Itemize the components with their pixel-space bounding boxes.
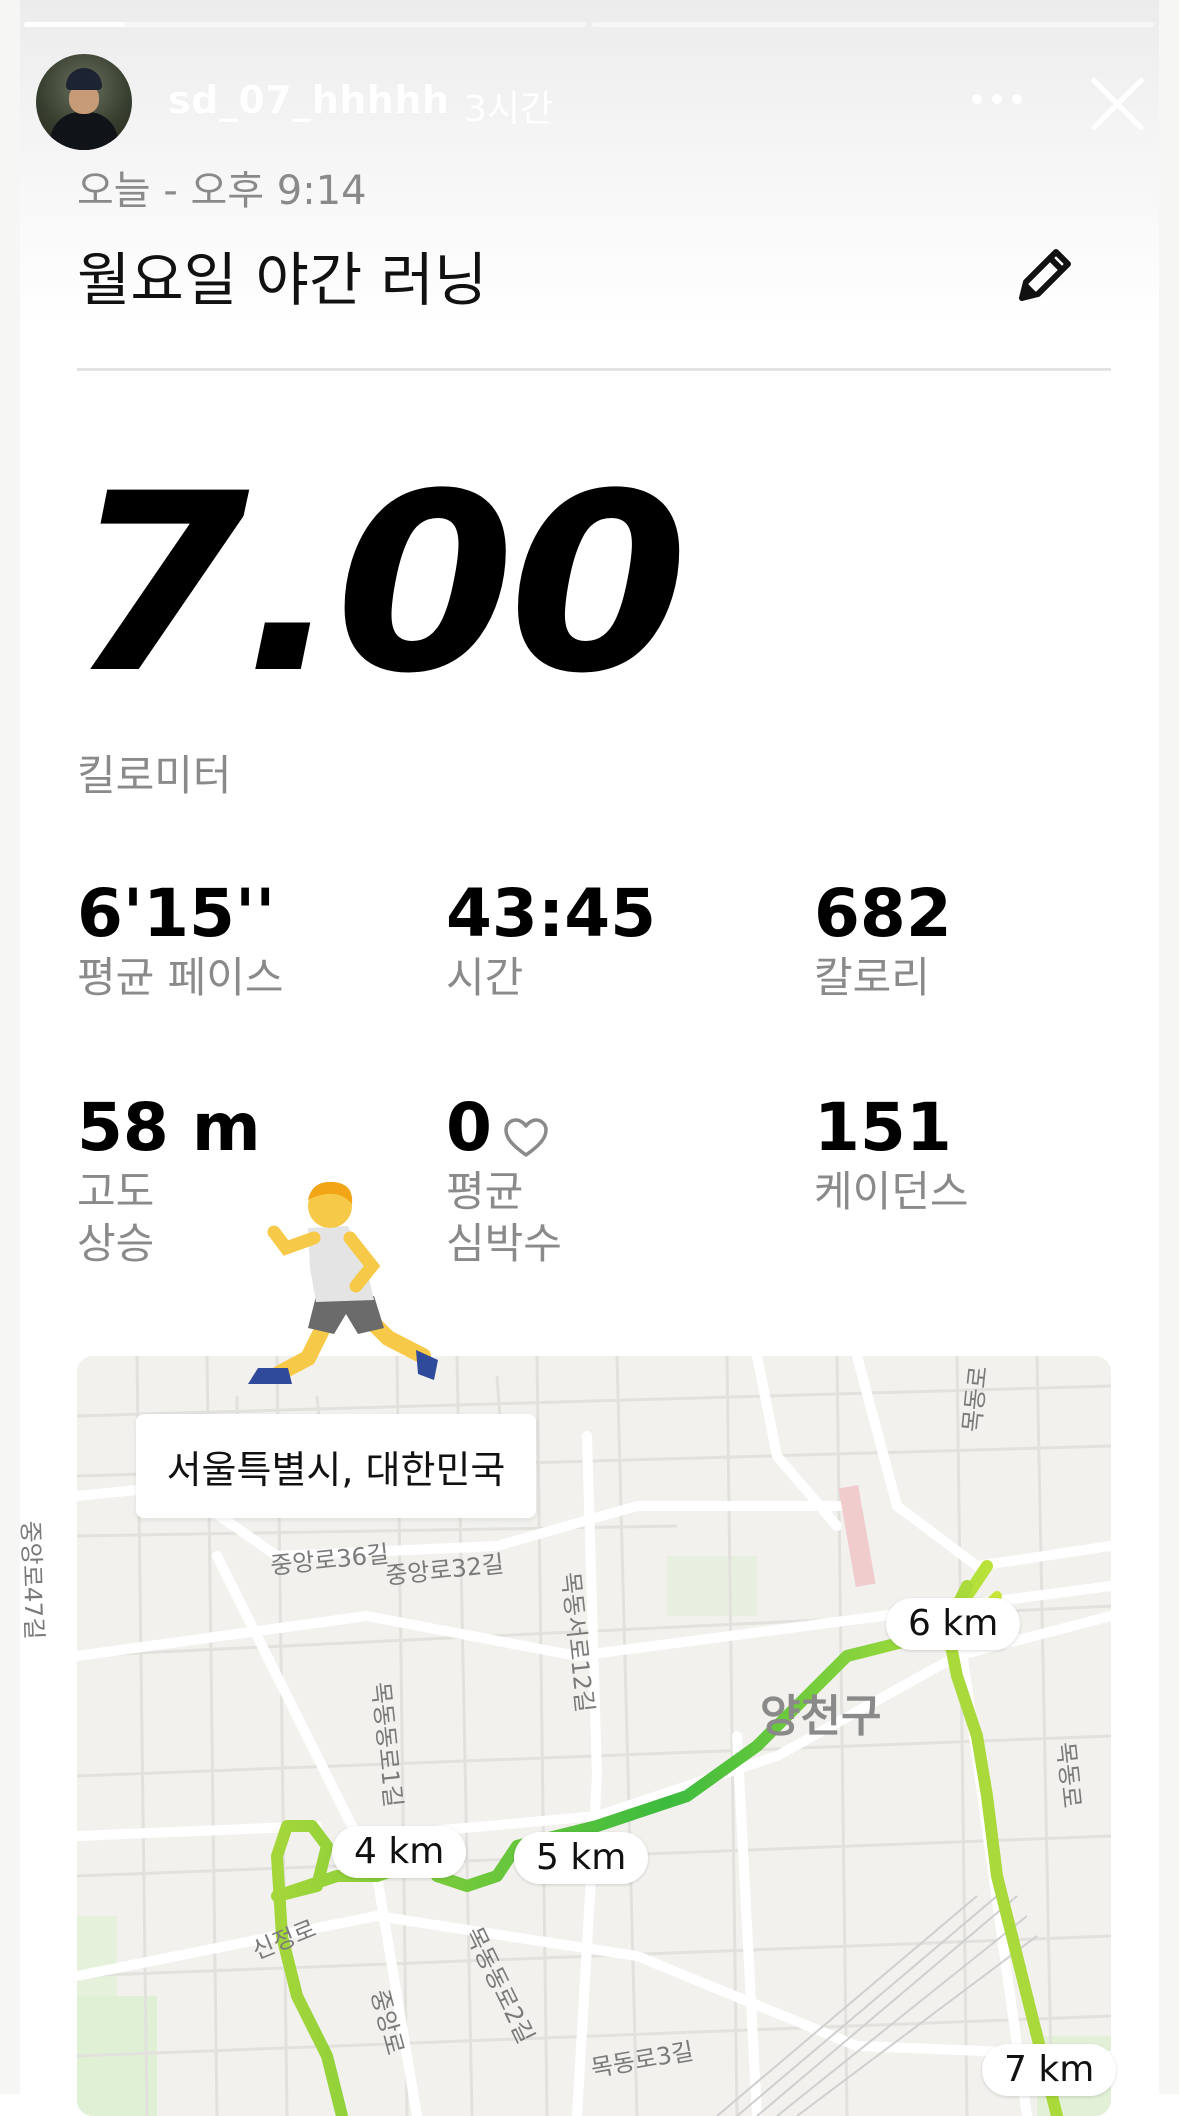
km-marker-4: 4 km [332, 1826, 467, 1878]
stat-heart-rate: 0 평균 심박수 [446, 1090, 562, 1270]
stat-cadence: 151 케이던스 [814, 1090, 969, 1218]
stat-elevation: 58 m 고도 상승 [77, 1090, 261, 1270]
stat-calories: 682 칼로리 [814, 876, 952, 1004]
heart-rate-value: 0 [446, 1089, 492, 1166]
time-value: 43:45 [446, 875, 657, 952]
avatar[interactable] [36, 54, 132, 150]
more-dots-icon[interactable] [972, 94, 1028, 110]
stat-pace: 6'15'' 평균 페이스 [77, 876, 284, 1004]
district-label: 양천구 [760, 1691, 882, 1742]
runner-emoji [238, 1178, 448, 1410]
pencil-icon[interactable] [1010, 238, 1082, 310]
km-marker-5: 5 km [514, 1832, 649, 1884]
divider [77, 368, 1111, 371]
street-label: 중앙로47길 [16, 1520, 49, 1640]
activity-title: 월요일 야간 러닝 [77, 246, 488, 314]
close-icon[interactable] [1086, 72, 1150, 136]
pace-value: 6'15'' [77, 875, 276, 952]
street-label: 목동로 [957, 1364, 993, 1434]
km-marker-6: 6 km [886, 1598, 1021, 1650]
elevation-label-1: 고도 [77, 1167, 155, 1216]
distance-unit: 킬로미터 [77, 751, 232, 800]
elevation-label-2: 상승 [77, 1219, 155, 1268]
story-progress-2 [592, 22, 1154, 27]
distance-value: 7.00 [70, 442, 688, 728]
stat-time: 43:45 시간 [446, 876, 656, 1004]
heart-rate-label-2: 심박수 [446, 1219, 562, 1268]
story-frame: sd_07_hhhhh 3시간 오늘 - 오후 9:14 월요일 야간 러닝 7… [0, 0, 1179, 2116]
street-label: 목동로 [1051, 1740, 1086, 1810]
heart-rate-label-1: 평균 [446, 1167, 524, 1216]
calories-value: 682 [814, 875, 952, 952]
calories-label: 칼로리 [814, 953, 930, 1002]
location-label: 서울특별시, 대한민국 [136, 1414, 536, 1518]
elevation-value: 58 m [77, 1089, 261, 1166]
cadence-value: 151 [814, 1089, 952, 1166]
km-marker-7: 7 km [982, 2044, 1117, 2096]
time-label: 시간 [446, 953, 524, 1002]
pace-label: 평균 페이스 [77, 953, 284, 1002]
activity-date: 오늘 - 오후 9:14 [77, 168, 367, 214]
heart-outline-icon [502, 1102, 550, 1157]
post-time: 3시간 [464, 89, 554, 130]
username[interactable]: sd_07_hhhhh [168, 78, 449, 122]
cadence-label: 케이던스 [814, 1167, 969, 1216]
story-progress-1 [24, 22, 586, 27]
